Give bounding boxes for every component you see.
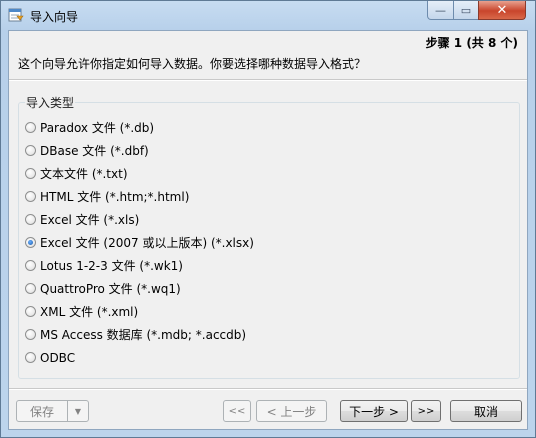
- radio-button[interactable]: [25, 352, 36, 363]
- radio-button[interactable]: [25, 122, 36, 133]
- last-step-label: >>: [417, 405, 435, 417]
- header-divider: [9, 79, 527, 81]
- import-type-option-label: DBase 文件 (*.dbf): [40, 144, 149, 158]
- import-type-option[interactable]: Excel 文件 (2007 或以上版本) (*.xlsx): [25, 234, 254, 251]
- import-type-option-label: ODBC: [40, 350, 76, 365]
- import-wizard-icon: [8, 7, 24, 23]
- first-step-button[interactable]: <<: [223, 400, 251, 422]
- maximize-icon: ▭: [460, 3, 472, 17]
- import-type-option-label: XML 文件 (*.xml): [40, 305, 139, 319]
- first-step-label: <<: [228, 405, 246, 417]
- import-type-option[interactable]: Lotus 1-2-3 文件 (*.wk1): [25, 257, 183, 274]
- import-type-option[interactable]: QuattroPro 文件 (*.wq1): [25, 280, 181, 297]
- radio-button[interactable]: [25, 168, 36, 179]
- radio-button[interactable]: [25, 237, 36, 248]
- next-step-button[interactable]: 下一步 >: [340, 400, 408, 422]
- cancel-button-label: 取消: [473, 404, 498, 419]
- close-button[interactable]: ✕: [478, 1, 526, 20]
- save-dropdown-button[interactable]: ▼: [67, 400, 89, 422]
- step-indicator: 步骤 1 (共 8 个): [425, 36, 518, 50]
- import-type-option[interactable]: Paradox 文件 (*.db): [25, 119, 154, 136]
- radio-button[interactable]: [25, 283, 36, 294]
- import-type-option-label: HTML 文件 (*.htm;*.html): [40, 190, 190, 204]
- import-type-option-label: Lotus 1-2-3 文件 (*.wk1): [40, 259, 183, 273]
- import-type-option-label: Excel 文件 (*.xls): [40, 213, 140, 227]
- radio-button[interactable]: [25, 306, 36, 317]
- import-type-option[interactable]: XML 文件 (*.xml): [25, 303, 138, 320]
- last-step-button[interactable]: >>: [411, 400, 441, 422]
- radio-button[interactable]: [25, 191, 36, 202]
- import-type-option[interactable]: Excel 文件 (*.xls): [25, 211, 139, 228]
- previous-step-button[interactable]: < 上一步: [256, 400, 327, 422]
- import-type-option-label: Excel 文件 (2007 或以上版本) (*.xlsx): [40, 236, 254, 250]
- import-type-option-label: 文本文件 (*.txt): [40, 167, 128, 181]
- minimize-button[interactable]: —: [427, 1, 454, 20]
- previous-step-label: < 上一步: [266, 404, 317, 419]
- import-wizard-window: 导入向导 — ▭ ✕ 步骤 1 (共 8 个) 这个向导允许你指定如何导入数据。…: [0, 0, 536, 438]
- import-type-option-label: QuattroPro 文件 (*.wq1): [40, 282, 181, 296]
- import-type-option-label: MS Access 数据库 (*.mdb; *.accdb): [40, 328, 247, 342]
- radio-button[interactable]: [25, 145, 36, 156]
- save-button[interactable]: 保存: [16, 400, 68, 422]
- chevron-down-icon: ▼: [74, 406, 82, 416]
- footer-divider: [9, 388, 527, 390]
- import-type-option[interactable]: DBase 文件 (*.dbf): [25, 142, 149, 159]
- wizard-client-area: 步骤 1 (共 8 个) 这个向导允许你指定如何导入数据。你要选择哪种数据导入格…: [8, 30, 528, 430]
- radio-button[interactable]: [25, 260, 36, 271]
- import-type-option[interactable]: 文本文件 (*.txt): [25, 165, 128, 182]
- window-title: 导入向导: [30, 10, 79, 24]
- title-bar[interactable]: 导入向导 — ▭ ✕: [1, 1, 535, 30]
- import-type-option[interactable]: ODBC: [25, 349, 75, 366]
- next-step-label: 下一步 >: [349, 404, 399, 419]
- save-button-label: 保存: [29, 404, 54, 419]
- import-type-option-label: Paradox 文件 (*.db): [40, 121, 155, 135]
- wizard-question: 这个向导允许你指定如何导入数据。你要选择哪种数据导入格式？: [18, 57, 367, 71]
- close-icon: ✕: [496, 2, 508, 18]
- radio-button[interactable]: [25, 329, 36, 340]
- minimize-icon: —: [435, 3, 446, 17]
- import-type-option[interactable]: HTML 文件 (*.htm;*.html): [25, 188, 189, 205]
- maximize-button[interactable]: ▭: [453, 1, 479, 20]
- radio-button[interactable]: [25, 214, 36, 225]
- cancel-button[interactable]: 取消: [450, 400, 522, 422]
- import-type-option[interactable]: MS Access 数据库 (*.mdb; *.accdb): [25, 326, 246, 343]
- import-type-label: 导入类型: [25, 94, 76, 111]
